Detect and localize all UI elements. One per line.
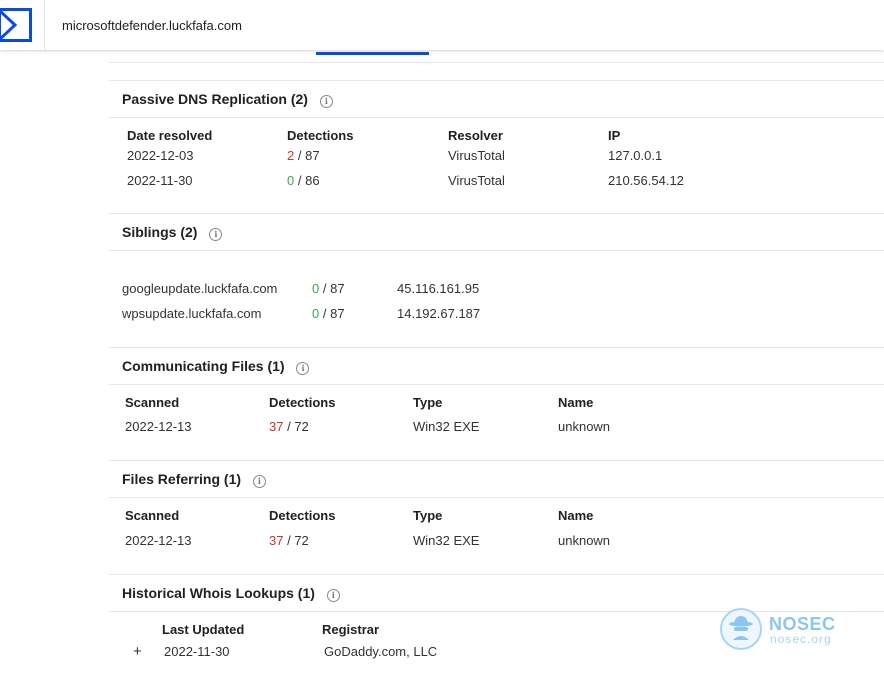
divider <box>109 611 884 612</box>
files-referring-title: Files Referring (1) i <box>122 471 266 488</box>
whois-title: Historical Whois Lookups (1) i <box>122 585 340 602</box>
nosec-watermark-logo <box>720 608 762 650</box>
passive-dns-title: Passive DNS Replication (2) i <box>122 91 333 108</box>
divider <box>109 574 884 575</box>
divider <box>109 460 884 461</box>
column-header-detections[interactable]: Detections <box>287 128 353 143</box>
detections[interactable]: 37 / 72 <box>269 419 309 434</box>
ip-link[interactable]: 14.192.67.187 <box>397 306 480 321</box>
detection-total: / 86 <box>297 173 320 188</box>
info-icon[interactable]: i <box>209 228 223 241</box>
divider <box>109 117 884 118</box>
detections[interactable]: 0 / 86 <box>287 173 320 188</box>
divider <box>109 213 884 214</box>
detection-total: / 87 <box>297 148 320 163</box>
column-header-resolver[interactable]: Resolver <box>448 128 503 143</box>
ip-link[interactable]: 127.0.0.1 <box>608 148 662 163</box>
top-bar: microsoftdefender.luckfafa.com <box>0 0 884 50</box>
column-header-type[interactable]: Type <box>413 508 442 523</box>
spy-hat-icon <box>729 616 753 640</box>
whois-title-text: Historical Whois Lookups (1) <box>122 585 315 601</box>
last-updated-date: 2022-11-30 <box>164 644 230 659</box>
scanned-date: 2022-12-13 <box>125 533 192 548</box>
detection-count: 2 <box>287 148 295 163</box>
passive-dns-title-text: Passive DNS Replication (2) <box>122 91 308 107</box>
resolved-date: 2022-12-03 <box>127 148 194 163</box>
detection-count: 0 <box>312 306 320 321</box>
detection-total: / 87 <box>322 281 345 296</box>
detection-count: 37 <box>269 533 284 548</box>
header-divider <box>44 0 45 50</box>
info-icon[interactable]: i <box>326 589 340 602</box>
registrar: GoDaddy.com, LLC <box>324 644 438 659</box>
column-header-detections[interactable]: Detections <box>269 395 335 410</box>
siblings-title-text: Siblings (2) <box>122 224 198 240</box>
divider <box>109 250 884 251</box>
file-type: Win32 EXE <box>413 533 480 548</box>
file-type: Win32 EXE <box>413 419 480 434</box>
file-name-link[interactable]: unknown <box>558 419 610 434</box>
sibling-domain-link[interactable]: wpsupdate.luckfafa.com <box>122 306 261 321</box>
detections[interactable]: 0 / 87 <box>312 281 345 296</box>
info-icon[interactable]: i <box>319 95 333 108</box>
ip-link[interactable]: 45.116.161.95 <box>397 281 479 296</box>
column-header-scanned[interactable]: Scanned <box>125 508 179 523</box>
resolved-date: 2022-11-30 <box>127 173 193 188</box>
detection-count: 0 <box>287 173 295 188</box>
column-header-detections[interactable]: Detections <box>269 508 335 523</box>
detection-total: / 72 <box>287 419 309 434</box>
column-header-last-updated[interactable]: Last Updated <box>162 622 244 637</box>
detection-total: / 72 <box>287 533 309 548</box>
column-header-date-resolved[interactable]: Date resolved <box>127 128 212 143</box>
column-header-name[interactable]: Name <box>558 508 593 523</box>
active-tab-indicator <box>316 52 429 55</box>
divider <box>109 62 884 63</box>
column-header-scanned[interactable]: Scanned <box>125 395 179 410</box>
column-header-ip[interactable]: IP <box>608 128 620 143</box>
column-header-name[interactable]: Name <box>558 395 593 410</box>
virustotal-logo-icon[interactable] <box>0 8 32 42</box>
detections[interactable]: 37 / 72 <box>269 533 309 548</box>
expand-row-button[interactable]: + <box>133 643 142 660</box>
sibling-domain-link[interactable]: googleupdate.luckfafa.com <box>122 281 277 296</box>
communicating-files-title: Communicating Files (1) i <box>122 358 310 375</box>
divider <box>109 347 884 348</box>
divider <box>109 497 884 498</box>
detections[interactable]: 2 / 87 <box>287 148 320 163</box>
resolver: VirusTotal <box>448 148 505 163</box>
files-referring-title-text: Files Referring (1) <box>122 471 242 487</box>
detection-total: / 87 <box>322 306 345 321</box>
ip-link[interactable]: 210.56.54.12 <box>608 173 684 188</box>
siblings-title: Siblings (2) i <box>122 224 223 241</box>
file-name-link[interactable]: unknown <box>558 533 610 548</box>
column-header-type[interactable]: Type <box>413 395 442 410</box>
scanned-date: 2022-12-13 <box>125 419 192 434</box>
detection-count: 37 <box>269 419 284 434</box>
watermark-site: nosec.org <box>770 632 832 646</box>
divider <box>109 384 884 385</box>
divider <box>109 80 884 81</box>
info-icon[interactable]: i <box>252 475 266 488</box>
detection-count: 0 <box>312 281 320 296</box>
domain-title: microsoftdefender.luckfafa.com <box>62 18 242 33</box>
resolver: VirusTotal <box>448 173 505 188</box>
detections[interactable]: 0 / 87 <box>312 306 345 321</box>
communicating-files-title-text: Communicating Files (1) <box>122 358 285 374</box>
column-header-registrar[interactable]: Registrar <box>322 622 379 637</box>
info-icon[interactable]: i <box>296 362 310 375</box>
